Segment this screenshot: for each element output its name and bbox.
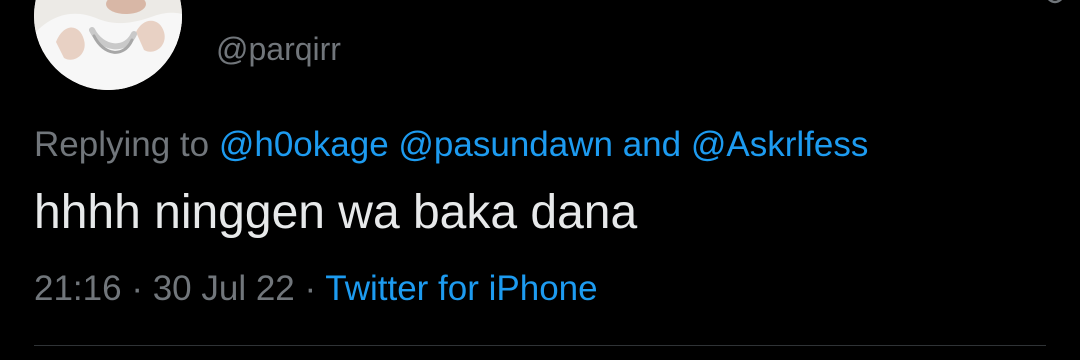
divider — [34, 345, 1046, 346]
user-handle[interactable]: @parqirr — [216, 30, 341, 68]
mention-link-h0okage[interactable]: @h0okage — [219, 125, 389, 164]
mention-link-askrlfess[interactable]: @Askrlfess — [691, 125, 869, 164]
tweet-text: hhhh ninggen wa baka dana — [34, 186, 638, 239]
metadata-separator-2: · — [304, 269, 317, 308]
avatar-photo — [34, 0, 182, 90]
more-options-icon[interactable] — [1044, 0, 1066, 8]
replying-to-line: Replying to @h0okage @pasundawn and @Ask… — [34, 124, 868, 166]
mention-link-pasundawn[interactable]: @pasundawn — [398, 125, 613, 164]
tweet-time[interactable]: 21:16 — [34, 269, 122, 308]
tweet-date[interactable]: 30 Jul 22 — [153, 269, 295, 308]
mention-conjunction: and — [622, 125, 682, 164]
replying-to-label: Replying to — [34, 125, 210, 164]
metadata-separator: · — [131, 269, 143, 308]
tweet-metadata: 21:16 · 30 Jul 22 · Twitter for iPhone — [34, 268, 598, 310]
tweet-source-link[interactable]: Twitter for iPhone — [325, 269, 597, 308]
avatar[interactable] — [34, 0, 182, 90]
